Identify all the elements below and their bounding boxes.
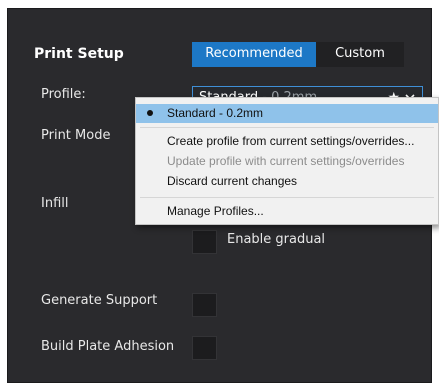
profile-menu: Standard - 0.2mm Create profile from cur…	[135, 97, 439, 225]
enable-gradual-checkbox[interactable]	[192, 230, 217, 254]
mode-tabs: Recommended Custom	[192, 42, 404, 67]
menu-item-label: Create profile from current settings/ove…	[167, 134, 415, 148]
selected-dot-icon	[147, 110, 153, 116]
menu-item-discard-changes[interactable]: Discard current changes	[136, 172, 438, 191]
menu-item-label: Manage Profiles...	[167, 204, 264, 218]
menu-item-label: Standard - 0.2mm	[167, 106, 264, 120]
print-mode-label: Print Mode	[41, 128, 111, 143]
menu-item-update-profile: Update profile with current settings/ove…	[136, 152, 438, 171]
build-plate-adhesion-label: Build Plate Adhesion	[41, 339, 175, 354]
menu-item-create-profile[interactable]: Create profile from current settings/ove…	[136, 132, 438, 151]
menu-item-manage-profiles[interactable]: Manage Profiles...	[136, 202, 438, 221]
tab-recommended[interactable]: Recommended	[192, 42, 316, 67]
panel-title: Print Setup	[34, 46, 124, 62]
infill-label: Infill	[41, 196, 69, 211]
menu-item-label: Discard current changes	[167, 174, 298, 188]
build-plate-adhesion-checkbox[interactable]	[192, 336, 217, 360]
menu-separator	[140, 127, 434, 128]
menu-item-label: Update profile with current settings/ove…	[167, 154, 405, 168]
menu-separator	[140, 197, 434, 198]
generate-support-label: Generate Support	[41, 293, 158, 308]
menu-item-standard-profile[interactable]: Standard - 0.2mm	[136, 104, 438, 123]
enable-gradual-label: Enable gradual	[227, 232, 326, 247]
generate-support-checkbox[interactable]	[192, 293, 217, 317]
profile-label: Profile:	[41, 87, 86, 102]
tab-custom[interactable]: Custom	[316, 42, 404, 67]
